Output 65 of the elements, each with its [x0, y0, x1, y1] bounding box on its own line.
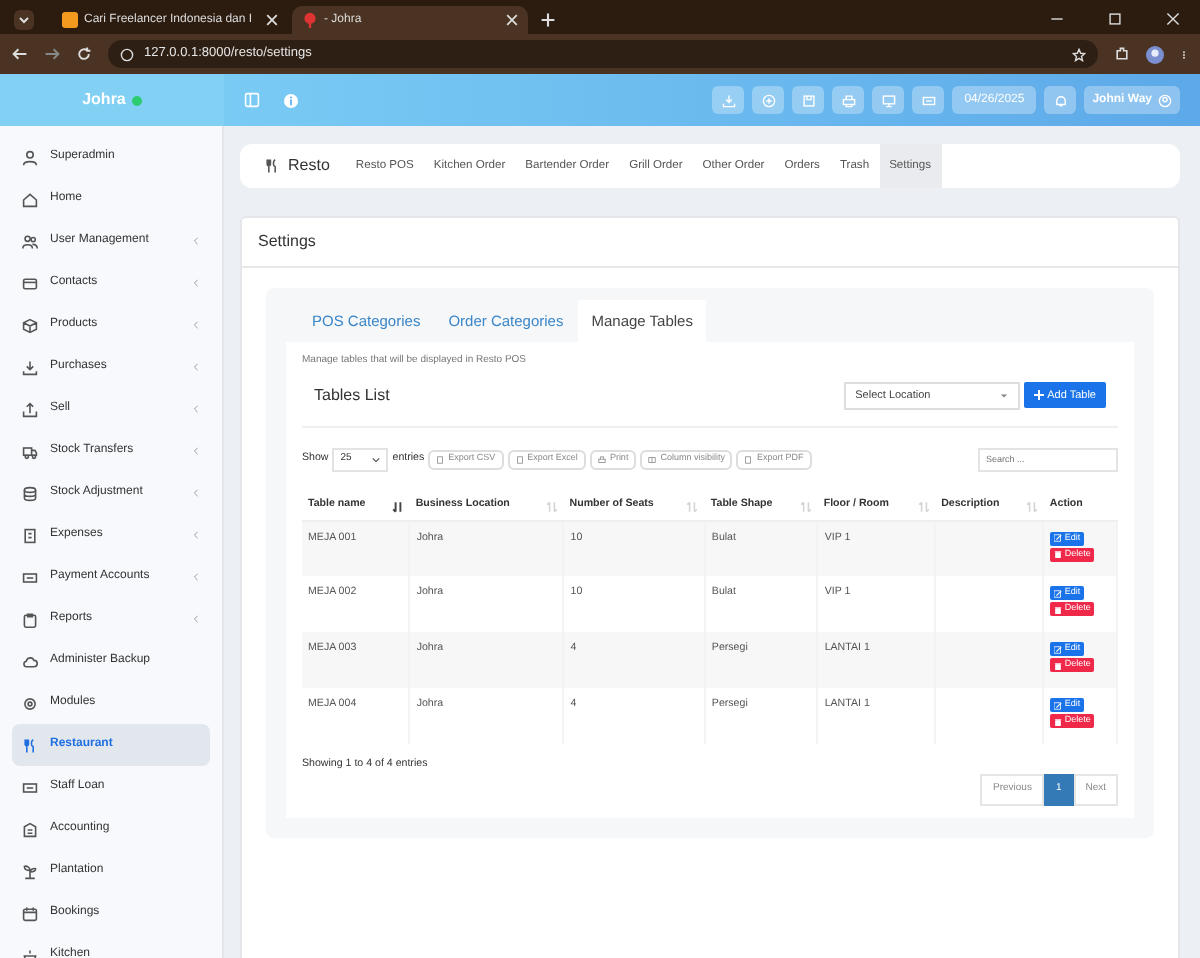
resto-title: Resto — [288, 154, 330, 178]
site-info-icon — [120, 47, 134, 61]
sidebar-toggle-icon[interactable] — [244, 92, 260, 108]
download-icon — [721, 93, 736, 107]
cloud-icon — [22, 653, 38, 669]
edit-icon — [1054, 645, 1063, 654]
person-icon — [22, 149, 38, 165]
minimize-icon[interactable] — [1050, 12, 1064, 26]
printer-icon — [597, 455, 606, 464]
fork-knife-icon — [22, 737, 38, 753]
maximize-icon[interactable] — [1108, 12, 1122, 26]
plus-circle-icon — [761, 93, 776, 107]
card-icon — [921, 93, 936, 107]
receipt-icon — [22, 527, 38, 543]
file-icon — [515, 455, 524, 464]
brand-name: Johra — [82, 88, 126, 112]
pin-icon — [302, 12, 318, 28]
trash-icon — [1054, 605, 1063, 614]
logo-icon — [62, 12, 78, 28]
house-icon — [22, 191, 38, 207]
cash-icon — [22, 569, 38, 585]
plant-icon — [22, 863, 38, 879]
plus-icon — [1033, 390, 1044, 401]
printer-icon — [841, 93, 856, 107]
forward-icon[interactable] — [44, 46, 60, 62]
caret-icon — [999, 391, 1008, 400]
reload-icon[interactable] — [76, 46, 92, 62]
file-icon — [436, 455, 445, 464]
page-title: Settings — [242, 218, 1178, 268]
tab-list-icon[interactable] — [12, 10, 36, 30]
bell-icon — [1053, 93, 1068, 107]
edit-icon — [1054, 701, 1063, 710]
card-icon — [22, 275, 38, 291]
cash-icon — [22, 779, 38, 795]
save-icon — [801, 93, 816, 107]
close-icon[interactable] — [506, 14, 518, 26]
columns-icon — [648, 455, 657, 464]
edit-icon — [1054, 589, 1063, 598]
edit-icon — [1054, 534, 1063, 543]
profile-avatar-icon[interactable] — [1146, 45, 1164, 63]
monitor-icon — [881, 93, 896, 107]
star-icon[interactable] — [1072, 47, 1086, 61]
upload-icon — [22, 401, 38, 417]
close-icon[interactable] — [266, 14, 278, 26]
section-title: Tables List — [314, 383, 392, 408]
user-circle-icon — [1158, 93, 1172, 107]
back-icon[interactable] — [12, 46, 28, 62]
clipboard-icon — [22, 611, 38, 627]
box-icon — [22, 317, 38, 333]
download-icon — [22, 359, 38, 375]
people-icon — [22, 233, 38, 249]
file-icon — [744, 455, 753, 464]
close-icon[interactable] — [1166, 12, 1180, 26]
trash-icon — [1054, 717, 1063, 726]
truck-icon — [22, 443, 38, 459]
trash-icon — [1054, 661, 1063, 670]
online-dot-icon — [131, 95, 142, 105]
trash-icon — [1054, 550, 1063, 559]
database-icon — [22, 485, 38, 501]
new-tab-icon[interactable] — [540, 12, 556, 28]
fork-knife-icon — [264, 158, 280, 174]
extensions-icon[interactable] — [1114, 46, 1130, 62]
building-icon — [22, 821, 38, 837]
calendar-icon — [22, 905, 38, 921]
chevron-down-icon — [372, 455, 381, 464]
